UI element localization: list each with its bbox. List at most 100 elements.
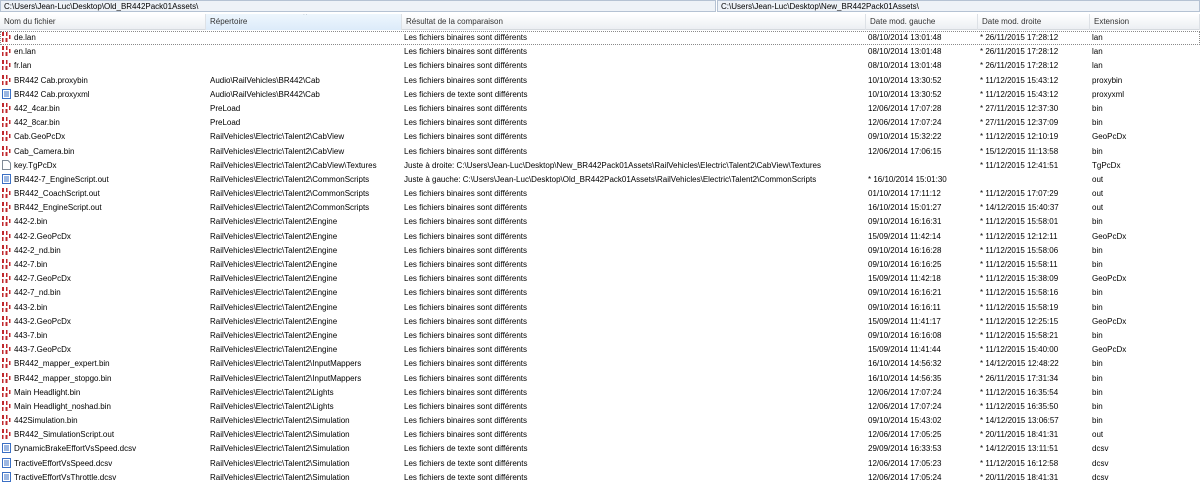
column-header-date-right[interactable]: Date mod. droite [978,14,1090,30]
cell-file-name: 442-7_nd.bin [2,286,206,300]
cell-result-text: Les fichiers binaires sont différents [404,359,528,369]
cell-date-right: * 11/12/2015 16:35:50 [980,400,1090,414]
cell-file-name-text: de.lan [14,33,36,42]
cell-directory-text: RailVehicles\Electric\Talent2\Simulation [210,444,350,454]
column-header-name[interactable]: Nom du fichier [0,14,206,30]
cell-directory: RailVehicles\Electric\Talent2\Simulation [210,457,402,471]
cell-date-right-text: * 27/11/2015 12:37:30 [980,103,1059,113]
column-header-extension[interactable]: Extension [1090,14,1200,30]
cell-date-right-text: * 11/12/2015 12:41:51 [980,160,1059,170]
table-row[interactable]: 443-7.GeoPcDx RailVehicles\Electric\Talen… [0,343,1200,357]
cell-date-left: 16/10/2014 14:56:35 [868,372,978,386]
cell-extension-text: bin [1092,146,1103,156]
table-row[interactable]: Main Headlight_noshad.bin RailVehicles\El… [0,400,1200,414]
cell-date-right: * 11/12/2015 15:38:09 [980,272,1090,286]
cell-file-name: BR442 Cab.proxybin [2,74,206,88]
table-row[interactable]: 443-7.bin RailVehicles\Electric\Talent2\E… [0,329,1200,343]
column-header-directory[interactable]: ^ Répertoire [206,14,402,30]
cell-extension-text: GeoPcDx [1092,345,1127,355]
text-file-icon [2,443,11,454]
cell-result-text: Les fichiers binaires sont différents [404,189,528,199]
cell-file-name-text: BR442_mapper_expert.bin [14,359,110,369]
plain-file-icon [2,159,11,170]
cell-file-name: BR442-7_EngineScript.out [2,173,206,187]
cell-file-name-text: Main Headlight.bin [14,387,81,397]
text-file-icon [2,471,11,482]
right-path-field[interactable]: C:\Users\Jean-Luc\Desktop\New_BR442Pack0… [717,0,1200,12]
table-row[interactable]: 442-2.bin RailVehicles\Electric\Talent2\E… [0,215,1200,229]
cell-result-text: Les fichiers de texte sont différents [404,458,528,468]
left-path-field[interactable]: C:\Users\Jean-Luc\Desktop\Old_BR442Pack0… [0,0,716,12]
cell-date-right-text: * 11/12/2015 16:12:58 [980,458,1059,468]
table-row[interactable]: BR442_mapper_stopgo.bin RailVehicles\Elec… [0,372,1200,386]
cell-date-left: 15/09/2014 11:41:44 [868,343,978,357]
binary-file-icon [2,344,11,355]
table-row[interactable]: DynamicBrakeEffortVsSpeed.dcsv RailVehicl… [0,442,1200,456]
cell-directory: RailVehicles\Electric\Talent2\Simulation [210,428,402,442]
column-header-result[interactable]: Résultat de la comparaison [402,14,866,30]
table-row[interactable]: 442_8car.bin PreLoad Les fichiers binaires… [0,116,1200,130]
cell-date-right: * 26/11/2015 17:28:12 [980,59,1090,73]
cell-directory-text: RailVehicles\Electric\Talent2\CommonScri… [210,203,370,213]
table-row[interactable]: BR442 Cab.proxybin Audio\RailVehicles\BR4… [0,74,1200,88]
column-header-date-left[interactable]: Date mod. gauche [866,14,978,30]
table-row[interactable]: BR442 Cab.proxyxml Audio\RailVehicles\BR4… [0,88,1200,102]
cell-file-name: 443-7.GeoPcDx [2,343,206,357]
cell-file-name-text: 442_8car.bin [14,118,60,128]
cell-extension-text: bin [1092,416,1103,426]
cell-directory-text: RailVehicles\Electric\Talent2\Engine [210,231,338,241]
cell-result: Les fichiers binaires sont différents [404,244,866,258]
cell-extension-text: bin [1092,302,1103,312]
table-row[interactable]: 442Simulation.bin RailVehicles\Electric\T… [0,414,1200,428]
table-row[interactable]: Main Headlight.bin RailVehicles\Electric\… [0,386,1200,400]
table-row[interactable]: key.TgPcDx RailVehicles\Electric\Talent2\… [0,159,1200,173]
cell-result: Juste à droite: C:\Users\Jean-Luc\Deskto… [404,159,866,173]
cell-directory: RailVehicles\Electric\Talent2\Engine [210,315,402,329]
cell-directory: Audio\RailVehicles\BR442\Cab [210,88,402,102]
table-row[interactable]: Cab.GeoPcDx RailVehicles\Electric\Talent2… [0,130,1200,144]
cell-extension-text: out [1092,430,1104,440]
cell-file-name-text: 442-7.GeoPcDx [14,274,71,284]
binary-file-icon [2,74,11,85]
table-row[interactable]: BR442_mapper_expert.bin RailVehicles\Elec… [0,357,1200,371]
cell-extension-text: GeoPcDx [1092,231,1127,241]
table-row[interactable]: BR442_CoachScript.out RailVehicles\Electr… [0,187,1200,201]
cell-extension-text: bin [1092,103,1103,113]
binary-file-icon [2,415,11,426]
cell-result: Les fichiers binaires sont différents [404,329,866,343]
table-row[interactable]: fr.lan Les fichiers binaires sont différe… [0,59,1200,73]
cell-directory: RailVehicles\Electric\Talent2\Engine [210,286,402,300]
table-row[interactable]: 442_4car.bin PreLoad Les fichiers binaires… [0,102,1200,116]
text-file-icon [2,457,11,468]
table-row[interactable]: Cab_Camera.bin RailVehicles\Electric\Tale… [0,145,1200,159]
binary-file-icon [2,32,11,42]
table-row[interactable]: BR442-7_EngineScript.out RailVehicles\Ele… [0,173,1200,187]
table-row[interactable]: 443-2.bin RailVehicles\Electric\Talent2\E… [0,301,1200,315]
cell-directory-text: RailVehicles\Electric\Talent2\Simulation [210,472,350,482]
cell-date-right: * 27/11/2015 12:37:30 [980,102,1090,116]
table-row[interactable]: en.lan Les fichiers binaires sont différe… [0,45,1200,59]
table-row[interactable]: TractiveEffortVsThrottle.dcsv RailVehicle… [0,471,1200,485]
cell-result: Les fichiers de texte sont différents [404,88,866,102]
table-row[interactable]: 442-7_nd.bin RailVehicles\Electric\Talent… [0,286,1200,300]
table-row[interactable]: 442-2_nd.bin RailVehicles\Electric\Talent… [0,244,1200,258]
table-row[interactable]: TractiveEffortVsSpeed.dcsv RailVehicles\E… [0,457,1200,471]
cell-date-right-text: * 11/12/2015 15:43:12 [980,75,1059,85]
cell-file-name: BR442_mapper_expert.bin [2,357,206,371]
table-row[interactable]: 443-2.GeoPcDx RailVehicles\Electric\Talen… [0,315,1200,329]
cell-extension: lan [1092,45,1198,59]
cell-date-right: * 11/12/2015 15:58:19 [980,301,1090,315]
cell-result: Les fichiers binaires sont différents [404,343,866,357]
cell-date-right-text: * 11/12/2015 15:40:00 [980,345,1059,355]
table-row[interactable]: 442-2.GeoPcDx RailVehicles\Electric\Talen… [0,230,1200,244]
table-row[interactable]: 442-7.bin RailVehicles\Electric\Talent2\E… [0,258,1200,272]
cell-result: Les fichiers binaires sont différents [404,315,866,329]
cell-result-text: Juste à droite: C:\Users\Jean-Luc\Deskto… [404,160,821,170]
table-row[interactable]: BR442_EngineScript.out RailVehicles\Elect… [0,201,1200,215]
table-row[interactable]: BR442_SimulationScript.out RailVehicles\E… [0,428,1200,442]
table-row[interactable]: 442-7.GeoPcDx RailVehicles\Electric\Talen… [0,272,1200,286]
cell-directory: RailVehicles\Electric\Talent2\CommonScri… [210,187,402,201]
cell-directory: RailVehicles\Electric\Talent2\CabView\Te… [210,159,402,173]
table-row[interactable]: de.lan Les fichiers binaires sont différe… [0,31,1200,46]
cell-date-left: 16/10/2014 14:56:32 [868,357,978,371]
